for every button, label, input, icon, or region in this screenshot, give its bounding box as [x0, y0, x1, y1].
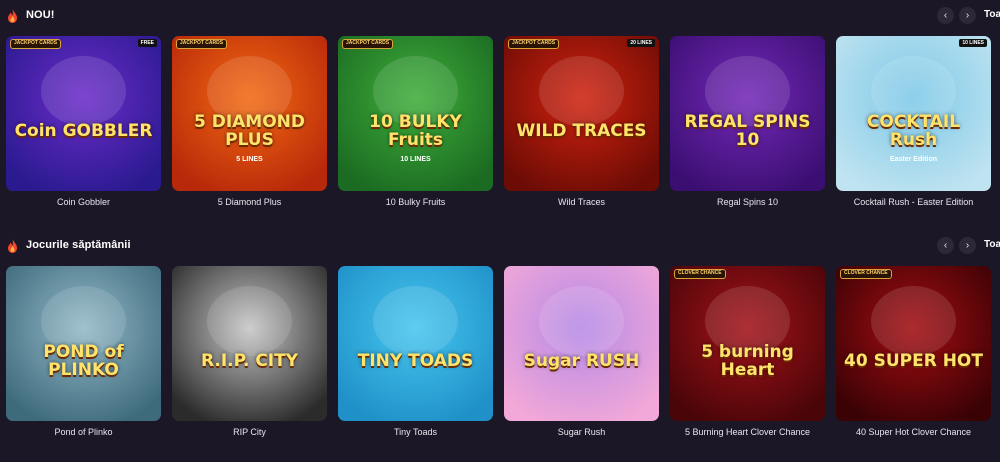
next-arrow-button[interactable]: › [959, 237, 976, 254]
lines-badge: FREE [137, 39, 157, 47]
artwork-glow [871, 286, 956, 356]
game-card[interactable]: JACKPOT CARDS 10 BULKY Fruits 10 LINES 10 B… [338, 36, 493, 207]
game-card[interactable]: JACKPOT CARDS 20 LINES WILD TRACES Wild Tra… [504, 36, 659, 207]
game-name[interactable]: 5 Burning Heart Clover Chance [670, 427, 825, 437]
game-thumbnail[interactable]: Sugar RUSH [504, 266, 659, 421]
lines-badge: 10 LINES [959, 39, 987, 47]
prev-arrow-button[interactable]: ‹ [937, 7, 954, 24]
artwork-glow [41, 56, 126, 126]
game-card[interactable]: TINY TOADS Tiny Toads [338, 266, 493, 437]
game-art-subtitle: 5 LINES [236, 156, 263, 163]
game-thumbnail[interactable]: JACKPOT CARDS 10 BULKY Fruits 10 LINES [338, 36, 493, 191]
game-card[interactable]: CLOVER CHANCE 5 burning Heart 5 Burning He… [670, 266, 825, 437]
game-name[interactable]: RIP City [172, 427, 327, 437]
game-card[interactable]: R.I.P. CITY RIP City [172, 266, 327, 437]
jackpot-badge: JACKPOT CARDS [508, 39, 560, 49]
game-card[interactable]: Sugar RUSH Sugar Rush [504, 266, 659, 437]
section-header: Jocurile săptămânii ‹ › Toa [0, 230, 1000, 262]
game-name[interactable]: Coin Gobbler [6, 197, 161, 207]
game-art-title: Coin GOBBLER [14, 121, 153, 142]
game-card[interactable]: CLOVER CHANCE 40 SUPER HOT 40 Super Hot Cl… [836, 266, 991, 437]
next-arrow-button[interactable]: › [959, 7, 976, 24]
artwork-glow [373, 286, 458, 356]
jackpot-badge: JACKPOT CARDS [342, 39, 394, 49]
artwork-glow [207, 286, 292, 356]
game-art-title: POND of PLINKO [43, 342, 124, 381]
games-row: POND of PLINKO Pond of Plinko R.I.P. CITY… [0, 266, 1000, 446]
game-thumbnail[interactable]: CLOVER CHANCE 40 SUPER HOT [836, 266, 991, 421]
jackpot-badge: JACKPOT CARDS [10, 39, 62, 49]
games-row: JACKPOT CARDS FREE Coin GOBBLER Coin Gobble… [0, 36, 1000, 216]
lines-badge: 20 LINES [627, 39, 655, 47]
game-art-subtitle: Easter Edition [889, 156, 938, 163]
game-thumbnail[interactable]: POND of PLINKO [6, 266, 161, 421]
section-new: NOU! ‹ › Toa JACKPOT CARDS FREE Coin GOBBL… [0, 0, 1000, 207]
jackpot-badge: JACKPOT CARDS [176, 39, 228, 49]
artwork-glow [539, 286, 624, 356]
game-thumbnail[interactable]: CLOVER CHANCE 5 burning Heart [670, 266, 825, 421]
game-thumbnail[interactable]: JACKPOT CARDS FREE Coin GOBBLER [6, 36, 161, 191]
game-thumbnail[interactable]: JACKPOT CARDS 5 DIAMOND PLUS 5 LINES [172, 36, 327, 191]
game-thumbnail[interactable]: REGAL SPINS 10 [670, 36, 825, 191]
game-name[interactable]: Wild Traces [504, 197, 659, 207]
game-thumbnail[interactable]: 10 LINES COCKTAIL Rush Easter Edition [836, 36, 991, 191]
game-art-title: 5 burning Heart [701, 342, 794, 381]
section-title: Jocurile săptămânii [26, 239, 131, 251]
game-card[interactable]: POND of PLINKO Pond of Plinko [6, 266, 161, 437]
fire-icon [8, 9, 17, 23]
game-name[interactable]: Pond of Plinko [6, 427, 161, 437]
game-art-title: REGAL SPINS 10 [684, 112, 811, 151]
game-name[interactable]: Tiny Toads [338, 427, 493, 437]
game-card[interactable]: REGAL SPINS 10 Regal Spins 10 [670, 36, 825, 207]
game-thumbnail[interactable]: JACKPOT CARDS 20 LINES WILD TRACES [504, 36, 659, 191]
game-card[interactable]: JACKPOT CARDS 5 DIAMOND PLUS 5 LINES 5 Diam… [172, 36, 327, 207]
game-thumbnail[interactable]: TINY TOADS [338, 266, 493, 421]
game-art-title: WILD TRACES [516, 121, 647, 142]
artwork-glow [539, 56, 624, 126]
section-weekly: Jocurile săptămânii ‹ › Toa POND of PLIN… [0, 230, 1000, 437]
game-name[interactable]: 10 Bulky Fruits [338, 197, 493, 207]
game-card[interactable]: 10 LINES COCKTAIL Rush Easter Edition Cockt… [836, 36, 991, 207]
game-art-title: 10 BULKY Fruits [369, 112, 462, 151]
prev-arrow-button[interactable]: ‹ [937, 237, 954, 254]
game-name[interactable]: 40 Super Hot Clover Chance [836, 427, 991, 437]
game-card[interactable]: JACKPOT CARDS FREE Coin GOBBLER Coin Gobble… [6, 36, 161, 207]
game-art-subtitle: 10 LINES [400, 156, 431, 163]
game-name[interactable]: Sugar Rush [504, 427, 659, 437]
fire-icon [8, 239, 17, 253]
section-header: NOU! ‹ › Toa [0, 0, 1000, 32]
game-name[interactable]: Cocktail Rush - Easter Edition [836, 197, 991, 207]
jackpot-badge: CLOVER CHANCE [674, 269, 726, 279]
game-name[interactable]: 5 Diamond Plus [172, 197, 327, 207]
jackpot-badge: CLOVER CHANCE [840, 269, 892, 279]
game-art-title: R.I.P. CITY [200, 351, 299, 372]
game-thumbnail[interactable]: R.I.P. CITY [172, 266, 327, 421]
game-art-title: COCKTAIL Rush [866, 112, 961, 151]
game-art-title: 5 DIAMOND PLUS [193, 112, 306, 151]
game-art-title: Sugar RUSH [523, 351, 640, 372]
game-name[interactable]: Regal Spins 10 [670, 197, 825, 207]
section-title: NOU! [26, 9, 55, 21]
see-all-link[interactable]: Toa [984, 9, 1000, 20]
game-art-title: TINY TOADS [357, 351, 474, 372]
game-art-title: 40 SUPER HOT [844, 351, 983, 372]
see-all-link[interactable]: Toa [984, 239, 1000, 250]
